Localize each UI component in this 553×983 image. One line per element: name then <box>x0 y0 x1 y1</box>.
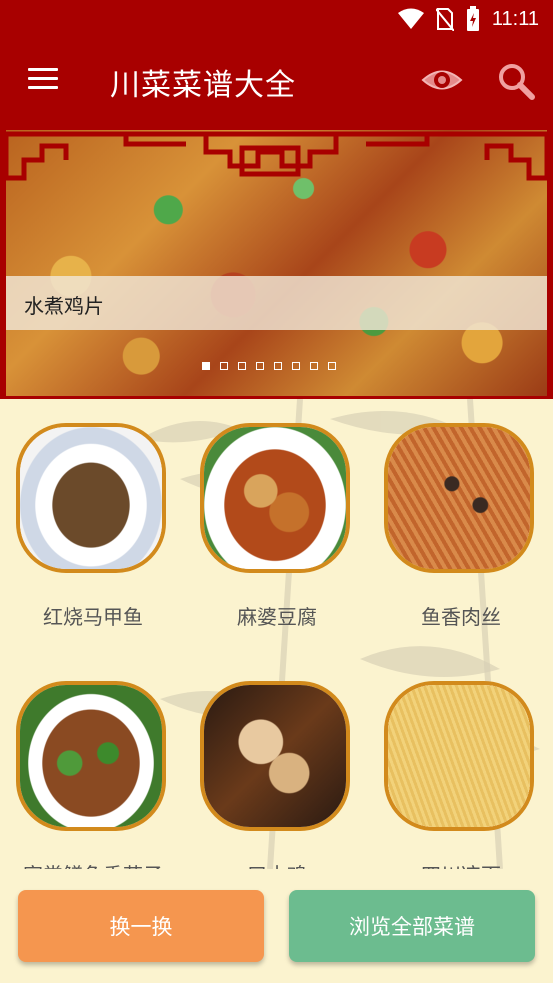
dish-name: 麻婆豆腐 <box>237 605 317 629</box>
carousel-dot <box>310 362 318 370</box>
battery-charging-icon <box>466 6 479 31</box>
dish-name: 家常鳝鱼香菇子 <box>16 859 170 869</box>
wifi-icon <box>397 8 424 29</box>
dish-photo[interactable] <box>200 681 350 831</box>
dish-item[interactable]: 鱼香肉丝 <box>384 423 538 629</box>
carousel-dot <box>274 362 282 370</box>
hamburger-menu-icon[interactable] <box>28 68 58 92</box>
dish-item[interactable]: 家常鳝鱼香菇子 <box>16 681 170 869</box>
dish-name: 四川凉面 <box>384 859 538 869</box>
app-bar: 川菜菜谱大全 <box>0 38 553 124</box>
dish-item[interactable]: 麻婆豆腐 <box>200 423 354 629</box>
dish-photo[interactable] <box>384 423 534 573</box>
dish-photo[interactable] <box>200 423 350 573</box>
dish-image <box>20 685 162 827</box>
dish-name: 鱼香肉丝 <box>421 605 501 629</box>
dish-name: 口水鸡 <box>200 859 354 869</box>
shuffle-button[interactable]: 换一换 <box>18 890 264 962</box>
dish-grid: 红烧马甲鱼 麻婆豆腐 鱼香肉丝家常鳝鱼香菇子 口水鸡 四川凉面 <box>0 399 553 869</box>
dish-photo[interactable] <box>16 681 166 831</box>
dish-image <box>20 427 162 569</box>
dish-item[interactable]: 红烧马甲鱼 <box>16 423 170 629</box>
dish-image <box>388 427 530 569</box>
banner-caption: 水煮鸡片 <box>24 294 104 318</box>
bottom-action-bar: 换一换 浏览全部菜谱 <box>0 869 553 983</box>
status-time: 11:11 <box>491 7 539 30</box>
no-sim-icon <box>435 8 454 31</box>
eye-icon[interactable] <box>421 65 463 95</box>
fretwork-border <box>6 131 547 181</box>
app-title: 川菜菜谱大全 <box>110 68 296 103</box>
browse-all-recipes-button[interactable]: 浏览全部菜谱 <box>289 890 535 962</box>
dish-photo[interactable] <box>16 423 166 573</box>
carousel-indicator <box>202 362 336 370</box>
carousel-dot <box>256 362 264 370</box>
status-bar: 11:11 <box>0 0 553 38</box>
status-icons: 11:11 <box>397 6 539 32</box>
dish-image <box>204 427 346 569</box>
carousel-dot <box>238 362 246 370</box>
featured-banner[interactable]: 水煮鸡片 <box>0 124 553 399</box>
dish-image <box>204 685 346 827</box>
carousel-dot <box>220 362 228 370</box>
carousel-dot <box>328 362 336 370</box>
carousel-dot <box>292 362 300 370</box>
carousel-dot <box>202 362 210 370</box>
dish-photo[interactable] <box>384 681 534 831</box>
search-icon[interactable] <box>497 62 535 100</box>
dish-image <box>388 685 530 827</box>
dish-name: 红烧马甲鱼 <box>43 605 143 629</box>
dish-item[interactable]: 口水鸡 <box>200 681 354 869</box>
banner-image[interactable]: 水煮鸡片 <box>6 130 547 396</box>
dish-item[interactable]: 四川凉面 <box>384 681 538 869</box>
